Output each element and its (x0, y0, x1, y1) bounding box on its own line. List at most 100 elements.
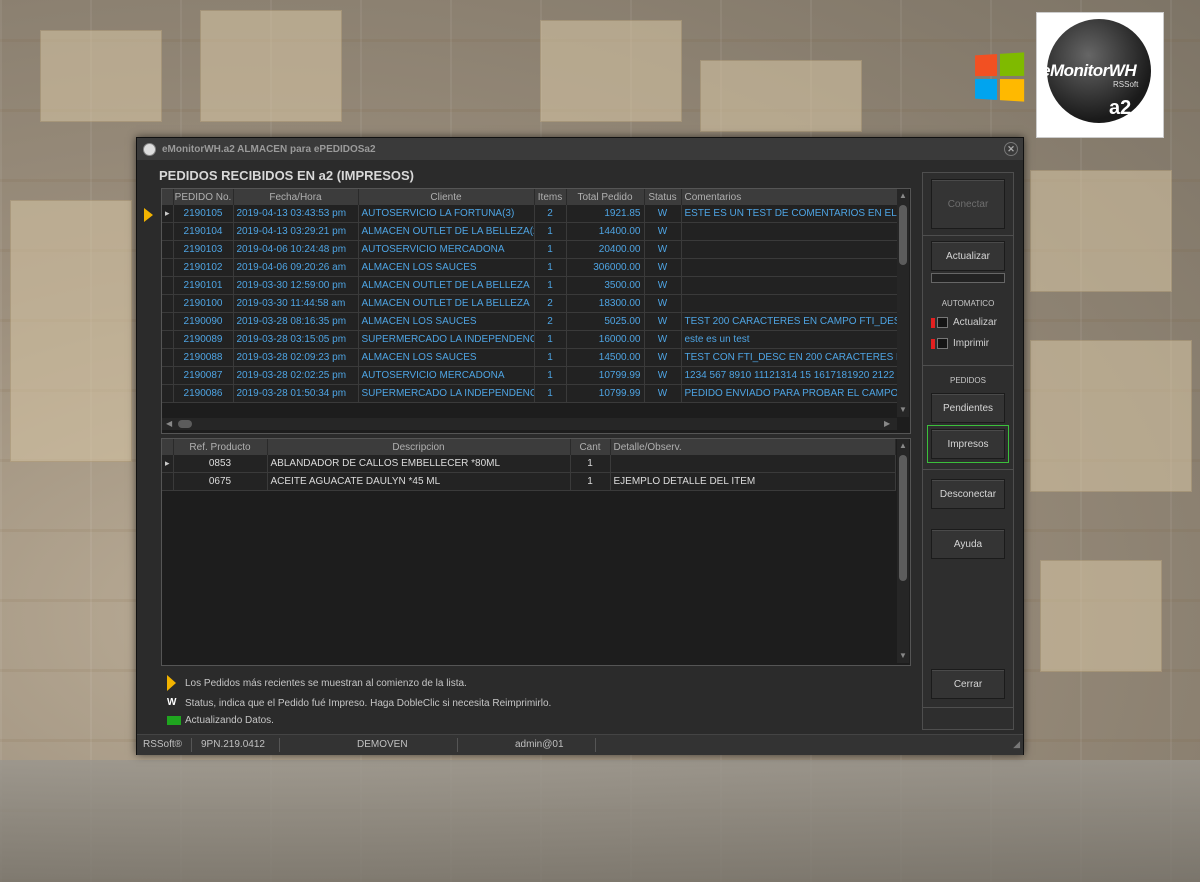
order-status: W (644, 348, 682, 367)
column-header[interactable]: Ref. Producto (173, 439, 268, 455)
order-total: 16000.00 (566, 330, 645, 349)
table-row[interactable]: 2190104 2019-04-13 03:29:21 pm ALMACEN OUT… (162, 222, 898, 241)
table-row[interactable]: 2190100 2019-03-30 11:44:58 am ALMACEN OUT… (162, 294, 898, 313)
order-status: W (644, 312, 682, 331)
table-row[interactable]: 2190089 2019-03-28 03:15:05 pm SUPERMERCAD… (162, 330, 898, 349)
column-header[interactable]: Detalle/Observ. (610, 439, 896, 455)
row-selector[interactable] (162, 366, 174, 385)
order-client: SUPERMERCADO LA INDEPENDENCIA (358, 384, 535, 403)
table-row[interactable]: 2190086 2019-03-28 01:50:34 pm SUPERMERCAD… (162, 384, 898, 403)
scroll-down-icon[interactable]: ▼ (899, 405, 907, 414)
scroll-left-icon[interactable]: ◀ (166, 419, 172, 428)
auto-actualizar-checkbox[interactable]: Actualizar (931, 317, 997, 328)
column-header[interactable]: Total Pedido (566, 189, 645, 205)
order-items: 1 (534, 240, 567, 259)
order-number: 2190104 (173, 222, 234, 241)
items-vertical-scrollbar[interactable]: ▲ ▼ (897, 439, 909, 663)
order-client: AUTOSERVICIO MERCADONA (358, 240, 535, 259)
column-header[interactable]: Status (644, 189, 682, 205)
table-row[interactable]: 0853ABLANDADOR DE CALLOS EMBELLECER *80M… (162, 455, 896, 473)
cerrar-button[interactable]: Cerrar (931, 669, 1005, 699)
row-selector[interactable] (162, 240, 174, 259)
conectar-button[interactable]: Conectar (931, 179, 1005, 229)
column-header[interactable]: Comentarios (681, 189, 898, 205)
order-status: W (644, 294, 682, 313)
table-row[interactable]: 2190090 2019-03-28 08:16:35 pm ALMACEN LOS… (162, 312, 898, 331)
scroll-up-icon[interactable]: ▲ (899, 191, 907, 200)
orders-vertical-scrollbar[interactable]: ▲ ▼ (897, 189, 909, 417)
item-detail (610, 455, 896, 473)
order-status: W (644, 384, 682, 403)
order-datetime: 2019-04-13 03:43:53 pm (233, 205, 359, 223)
column-header[interactable]: Items (534, 189, 567, 205)
scroll-right-icon[interactable]: ▶ (884, 419, 890, 428)
order-datetime: 2019-03-30 11:44:58 am (233, 294, 359, 313)
scroll-thumb[interactable] (899, 455, 907, 581)
table-row[interactable]: 2190101 2019-03-30 12:59:00 pm ALMACEN OUT… (162, 276, 898, 295)
row-selector[interactable] (162, 472, 174, 491)
table-row[interactable]: 2190102 2019-04-06 09:20:26 am ALMACEN LOS… (162, 258, 898, 277)
order-items: 1 (534, 366, 567, 385)
orders-grid[interactable]: PEDIDO No. Fecha/Hora Cliente Items Tota… (161, 188, 911, 434)
row-selector-icon[interactable] (162, 205, 174, 223)
auto-imprimir-checkbox[interactable]: Imprimir (931, 338, 989, 349)
app-window: eMonitorWH.a2 ALMACEN para ePEDIDOSa2 ✕ … (136, 137, 1024, 755)
order-datetime: 2019-04-06 09:20:26 am (233, 258, 359, 277)
table-row[interactable]: 0675 ACEITE AGUACATE DAULYN *45 ML 1 EJEMPL… (162, 472, 896, 491)
order-number: 2190105 (173, 205, 234, 223)
status-divider (191, 738, 192, 752)
order-client: ALMACEN OUTLET DE LA BELLEZA (358, 294, 535, 313)
pendientes-button[interactable]: Pendientes (931, 393, 1005, 423)
column-header[interactable]: Cant (570, 439, 611, 455)
updating-indicator (167, 716, 181, 725)
checkbox-box[interactable] (937, 338, 948, 349)
order-client: AUTOSERVICIO MERCADONA (358, 366, 535, 385)
status-divider (457, 738, 458, 752)
order-number: 2190089 (173, 330, 234, 349)
scroll-thumb[interactable] (899, 205, 907, 265)
order-items: 1 (534, 258, 567, 277)
orders-horizontal-scrollbar[interactable]: ◀ ▶ (162, 418, 897, 430)
order-total: 3500.00 (566, 276, 645, 295)
row-selector-icon[interactable] (162, 455, 174, 473)
scroll-down-icon[interactable]: ▼ (899, 651, 907, 660)
order-total: 14500.00 (566, 348, 645, 367)
column-header[interactable]: Fecha/Hora (233, 189, 359, 205)
order-total: 18300.00 (566, 294, 645, 313)
order-client: ALMACEN OUTLET DE LA BELLEZA (358, 276, 535, 295)
actualizar-button[interactable]: Actualizar (931, 241, 1005, 271)
order-comment (681, 222, 898, 241)
row-selector[interactable] (162, 276, 174, 295)
close-window-icon[interactable]: ✕ (1004, 142, 1018, 156)
order-items: 2 (534, 312, 567, 331)
table-row[interactable]: 2190088 2019-03-28 02:09:23 pm ALMACEN LOS… (162, 348, 898, 367)
ayuda-button[interactable]: Ayuda (931, 529, 1005, 559)
legend-recent: Los Pedidos más recientes se muestran al… (185, 678, 467, 689)
table-row[interactable]: 2190103 2019-04-06 10:24:48 pm AUTOSERVICI… (162, 240, 898, 259)
row-selector[interactable] (162, 312, 174, 331)
horizontal-scroll-thumb[interactable] (178, 420, 192, 428)
checkbox-label: Imprimir (953, 338, 990, 349)
column-header[interactable]: Descripcion (267, 439, 571, 455)
resize-grip-icon[interactable]: ◢ (1013, 739, 1020, 750)
windows-logo-icon (975, 52, 1025, 102)
order-items: 2 (534, 294, 567, 313)
row-selector[interactable] (162, 258, 174, 277)
column-header[interactable]: PEDIDO No. (173, 189, 234, 205)
order-client: ALMACEN LOS SAUCES (358, 348, 535, 367)
order-items-grid[interactable]: Ref. Producto Descripcion Cant Detalle/O… (161, 438, 911, 666)
table-row[interactable]: 21901052019-04-13 03:43:53 pmAUTOSERVICI… (162, 205, 898, 223)
impresos-button[interactable]: Impresos (927, 425, 1009, 463)
desconectar-button[interactable]: Desconectar (931, 479, 1005, 509)
checkbox-box[interactable] (937, 317, 948, 328)
scroll-up-icon[interactable]: ▲ (899, 441, 907, 450)
row-selector[interactable] (162, 222, 174, 241)
row-selector[interactable] (162, 330, 174, 349)
table-row[interactable]: 2190087 2019-03-28 02:02:25 pm AUTOSERVICI… (162, 366, 898, 385)
row-selector[interactable] (162, 384, 174, 403)
row-selector[interactable] (162, 294, 174, 313)
item-detail: EJEMPLO DETALLE DEL ITEM (610, 472, 896, 491)
column-header[interactable]: Cliente (358, 189, 535, 205)
window-title: eMonitorWH.a2 ALMACEN para ePEDIDOSa2 (162, 143, 376, 155)
row-selector[interactable] (162, 348, 174, 367)
